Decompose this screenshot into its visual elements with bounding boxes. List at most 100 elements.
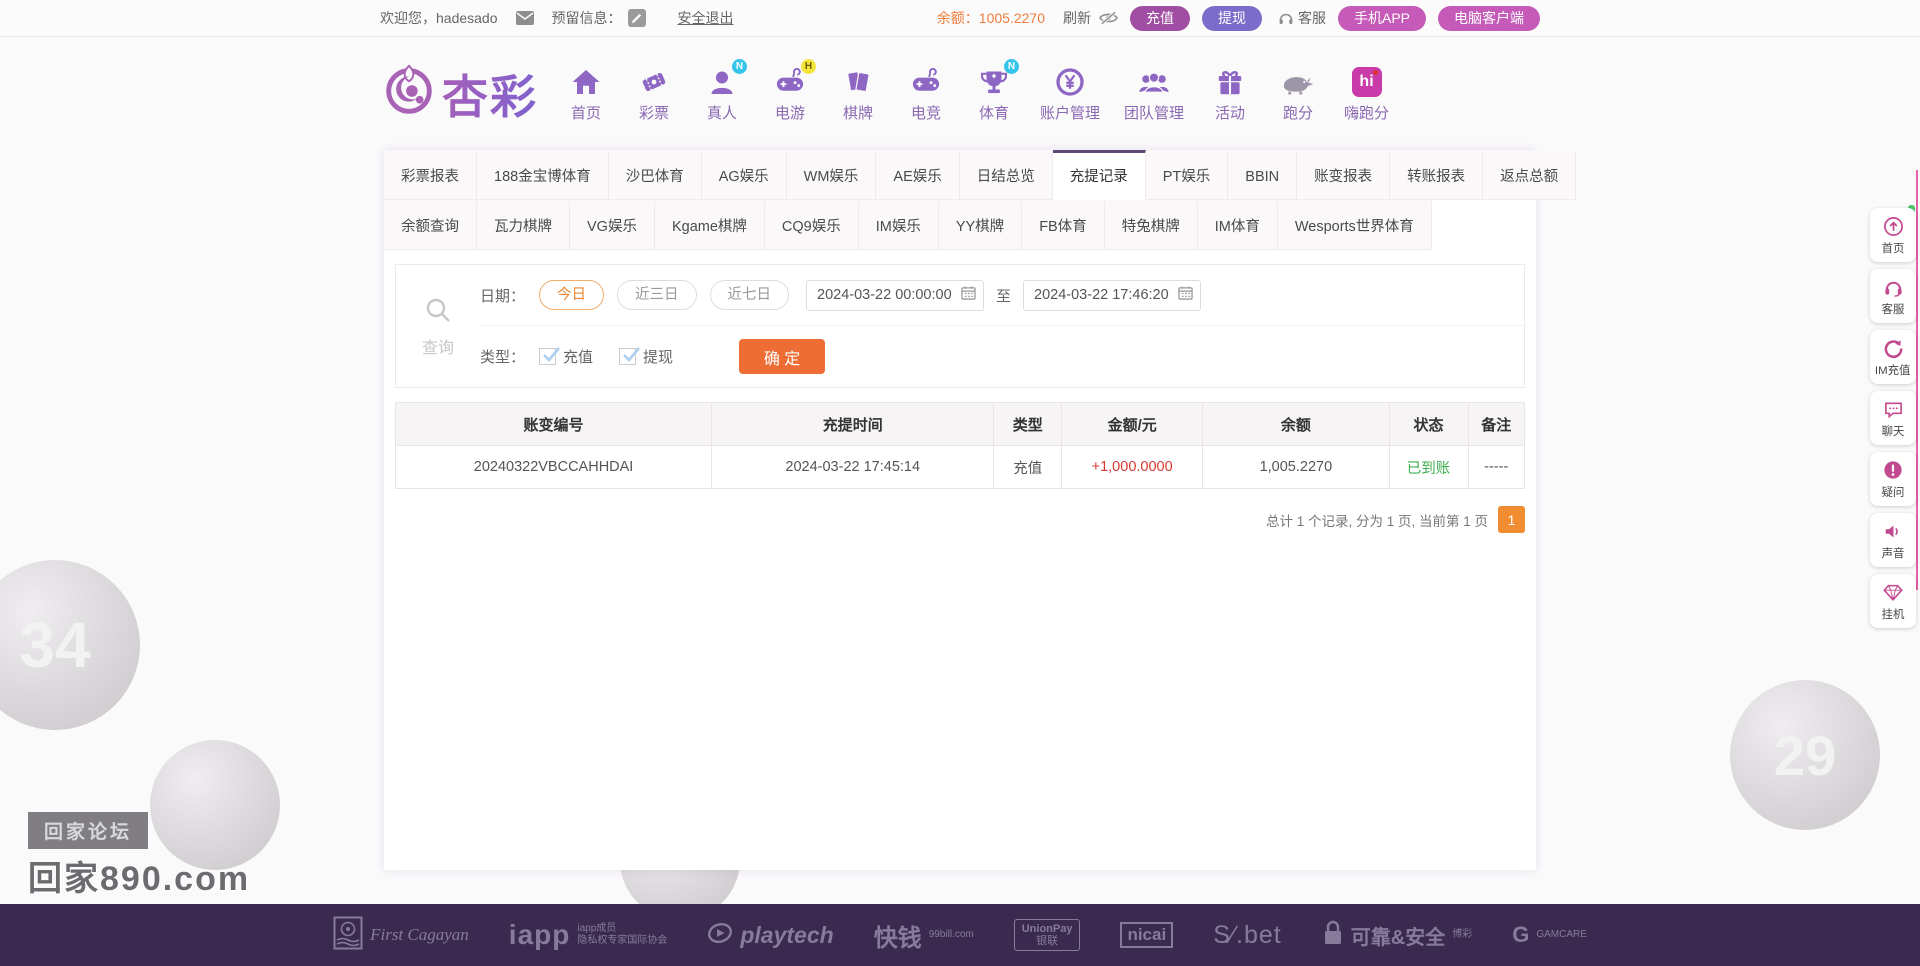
tab-AG娱乐[interactable]: AG娱乐 — [701, 150, 787, 200]
nav-item-label: 电游 — [774, 104, 805, 122]
footer-logo-sbet[interactable]: S∕.bet — [1213, 921, 1282, 950]
tab-沙巴体育[interactable]: 沙巴体育 — [608, 150, 702, 200]
nav-item-account[interactable]: 账户管理 — [1040, 65, 1100, 123]
footer-logo-unionpay[interactable]: UnionPay 银联 — [1013, 919, 1081, 951]
footer-logo-first-cagayan[interactable]: First Cagayan — [333, 916, 469, 955]
withdraw-button[interactable]: 提现 — [1201, 5, 1262, 31]
tab-CQ9娱乐[interactable]: CQ9娱乐 — [764, 200, 859, 250]
customer-service-link[interactable]: 客服 — [1278, 8, 1326, 28]
tab-账变报表[interactable]: 账变报表 — [1297, 150, 1391, 200]
tab-余额查询[interactable]: 余额查询 — [384, 200, 477, 250]
type-label: 类型： — [480, 349, 526, 366]
site-header: 杏彩 首页 彩票 N 真人 H 电游 棋牌 电竞 N 体育 账户管理 团队管理 活动 跑分 hi 嗨跑分 — [0, 37, 1920, 150]
nav-item-hipaofen[interactable]: hi 嗨跑分 — [1344, 65, 1389, 123]
footer-logo-gamcare[interactable]: G GAMCARE — [1512, 922, 1587, 948]
tab-瓦力棋牌[interactable]: 瓦力棋牌 — [477, 200, 570, 250]
footer-logo-subtext: 博彩 — [1452, 929, 1472, 941]
nav-item-home[interactable]: 首页 — [564, 65, 608, 123]
tab-日结总览[interactable]: 日结总览 — [959, 150, 1053, 200]
tab-充提记录[interactable]: 充提记录 — [1052, 150, 1146, 200]
refresh-icon — [1883, 337, 1904, 359]
side-widget-chat[interactable]: 聊天 — [1870, 391, 1916, 445]
side-widget-hangup[interactable]: 挂机 — [1870, 574, 1916, 628]
footer-logo-kuaiqian[interactable]: 快钱 99bill.com — [874, 918, 974, 953]
logo-flower-icon — [380, 62, 438, 125]
quick-range-3days[interactable]: 近三日 — [617, 280, 697, 310]
checkbox-withdraw[interactable]: 提现 — [619, 346, 673, 367]
nav-item-chess[interactable]: 棋牌 — [836, 65, 880, 123]
tab-Kgame棋牌[interactable]: Kgame棋牌 — [654, 200, 765, 250]
site-logo[interactable]: 杏彩 — [380, 61, 538, 127]
footer-logo-nicai[interactable]: nicai — [1120, 922, 1174, 948]
side-widget-question[interactable]: 疑问 — [1870, 452, 1916, 506]
cards-icon — [843, 65, 873, 99]
quick-range-7days[interactable]: 近七日 — [709, 280, 790, 310]
side-widget-im-recharge[interactable]: IM充值 — [1870, 330, 1916, 384]
side-widget-service[interactable]: 客服 — [1870, 269, 1916, 323]
date-to-value: 2024-03-22 17:46:20 — [1034, 287, 1169, 303]
query-column: 查询 — [396, 265, 480, 387]
nav-item-team[interactable]: 团队管理 — [1124, 65, 1184, 123]
nav-item-egames[interactable]: H 电游 — [768, 58, 816, 123]
tab-彩票报表[interactable]: 彩票报表 — [384, 150, 477, 200]
nav-item-sports[interactable]: N 体育 — [972, 58, 1019, 123]
tab-WM娱乐[interactable]: WM娱乐 — [786, 150, 877, 200]
refresh-link[interactable]: 刷新 — [1063, 8, 1091, 28]
nav-item-lottery[interactable]: 彩票 — [632, 65, 676, 123]
page-button-1[interactable]: 1 — [1498, 506, 1525, 533]
exclaim-icon — [1883, 459, 1903, 481]
mobile-app-button[interactable]: 手机APP — [1337, 5, 1426, 31]
table-row: 20240322VBCCAHHDAI 2024-03-22 17:45:14 充值 +… — [394, 445, 1526, 489]
pc-client-button[interactable]: 电脑客户端 — [1438, 5, 1540, 31]
mail-icon[interactable] — [515, 11, 534, 25]
tab-返点总额[interactable]: 返点总额 — [1483, 150, 1577, 200]
eye-slash-icon[interactable] — [1099, 11, 1118, 25]
date-from-input[interactable]: 2024-03-22 00:00:00 — [806, 279, 985, 311]
tab-AE娱乐[interactable]: AE娱乐 — [876, 150, 960, 200]
tab-特兔棋牌[interactable]: 特兔棋牌 — [1104, 200, 1198, 250]
ticket-icon — [639, 65, 669, 99]
side-widget-top[interactable]: 首页 — [1870, 208, 1916, 262]
side-widget-label: 挂机 — [1881, 607, 1905, 621]
nav-item-label: 体育 — [978, 104, 1009, 122]
deposit-button[interactable]: 充值 — [1129, 5, 1190, 31]
tab-IM体育[interactable]: IM体育 — [1197, 200, 1278, 250]
footer-logo-secure[interactable]: 可靠&安全 博彩 — [1322, 920, 1472, 951]
records-table: 账变编号 充提时间 类型 金额/元 余额 状态 备注 20240322VBCCAHHDAI 2… — [394, 402, 1526, 489]
table-header-row: 账变编号 充提时间 类型 金额/元 余额 状态 备注 — [394, 402, 1526, 446]
footer-logo-text: playtech — [740, 921, 834, 948]
nav-item-label: 嗨跑分 — [1344, 104, 1390, 122]
checkbox-deposit[interactable]: 充值 — [539, 346, 593, 367]
confirm-button[interactable]: 确 定 — [739, 339, 826, 374]
tab-VG娱乐[interactable]: VG娱乐 — [570, 200, 655, 250]
logout-link[interactable]: 安全退出 — [678, 8, 734, 28]
nav-item-activity[interactable]: 活动 — [1208, 65, 1252, 123]
footer-logo-iapp[interactable]: iapp iapp成员 隐私权专家国际协会 — [509, 919, 668, 951]
tab-FB体育[interactable]: FB体育 — [1022, 200, 1105, 250]
coin-icon — [1055, 65, 1085, 99]
table-cell: +1,000.0000 — [1061, 445, 1204, 489]
side-widget-sound[interactable]: 声音 — [1870, 513, 1916, 567]
nav-item-live[interactable]: N 真人 — [700, 58, 747, 123]
tab-Wesports世界体育[interactable]: Wesports世界体育 — [1277, 200, 1432, 250]
nav-item-label: 棋牌 — [842, 104, 873, 122]
edit-icon[interactable] — [627, 9, 646, 27]
date-to-input[interactable]: 2024-03-22 17:46:20 — [1023, 279, 1202, 311]
quick-range-today[interactable]: 今日 — [539, 280, 605, 310]
table-cell: 充值 — [993, 445, 1063, 489]
reserved-info-label: 预留信息： — [551, 10, 622, 26]
tab-188金宝博体育[interactable]: 188金宝博体育 — [477, 150, 609, 200]
balance-label: 余额： — [936, 10, 979, 26]
tab-YY棋牌[interactable]: YY棋牌 — [938, 200, 1023, 250]
type-filter-row: 类型： 充值 提现 确 定 — [480, 326, 1524, 387]
tab-转账报表[interactable]: 转账报表 — [1390, 150, 1484, 200]
nav-item-esports[interactable]: 电竞 — [904, 65, 948, 123]
nav-item-label: 跑分 — [1283, 104, 1314, 122]
site-footer: First Cagayan iapp iapp成员 隐私权专家国际协会 playtech… — [0, 904, 1920, 966]
tab-BBIN[interactable]: BBIN — [1228, 150, 1298, 200]
tab-IM娱乐[interactable]: IM娱乐 — [858, 200, 939, 250]
footer-logo-playtech[interactable]: playtech — [707, 920, 834, 951]
tab-PT娱乐[interactable]: PT娱乐 — [1145, 150, 1229, 200]
nav-item-paofen[interactable]: 跑分 — [1276, 65, 1320, 123]
calendar-icon — [1178, 286, 1193, 304]
